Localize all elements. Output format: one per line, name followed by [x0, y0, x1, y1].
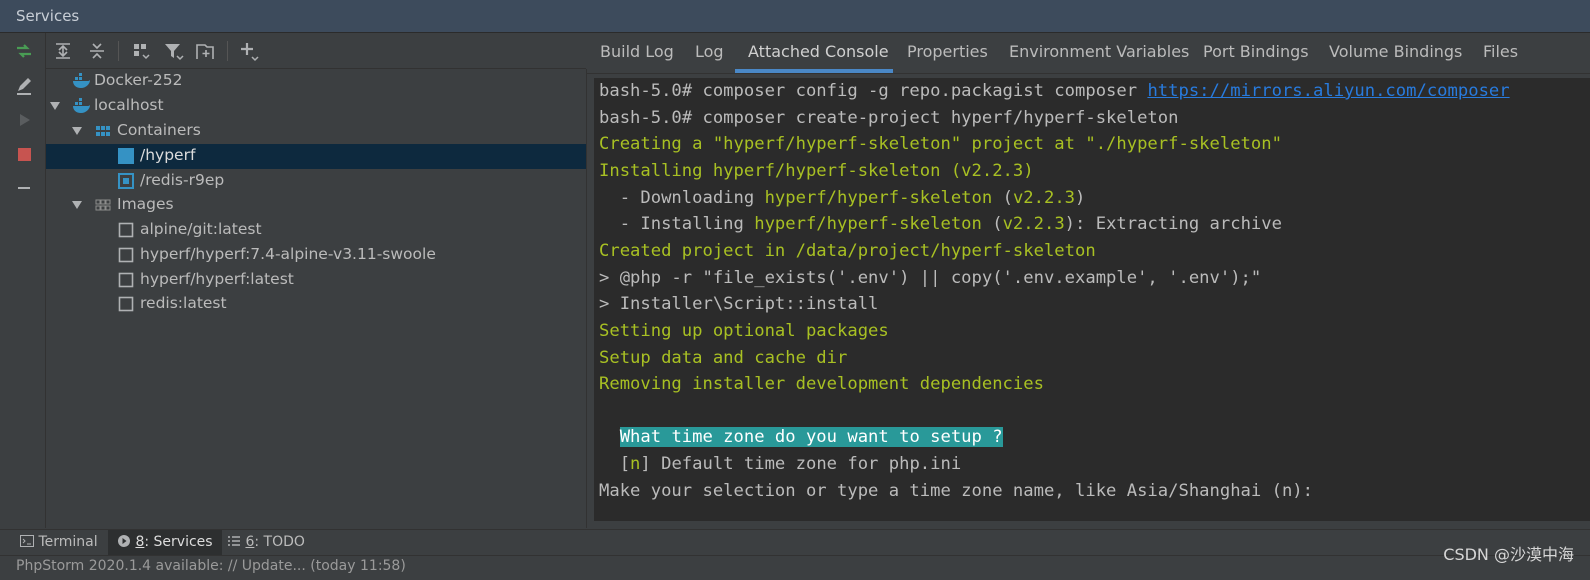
tab-volume-bindings[interactable]: Volume Bindings [1329, 42, 1462, 61]
expand-arrow-icon[interactable] [72, 201, 82, 209]
edit-icon[interactable] [14, 76, 34, 96]
expand-arrow-icon[interactable] [50, 102, 60, 110]
console-line: - Downloading hyperf/hyperf-skeleton (v2… [599, 188, 1086, 208]
collapse-all-icon[interactable] [86, 40, 108, 62]
container-stopped-icon [118, 173, 134, 189]
tree-node-localhost[interactable]: localhost [46, 94, 586, 119]
run-icon[interactable] [14, 110, 34, 130]
tree-node-image[interactable]: hyperf/hyperf:latest [46, 268, 586, 293]
containers-icon [95, 123, 111, 139]
image-icon [118, 222, 134, 238]
tree-node-image[interactable]: alpine/git:latest [46, 218, 586, 243]
expand-arrow-icon[interactable] [72, 127, 82, 135]
attached-console-output[interactable]: bash-5.0# composer config -g repo.packag… [594, 78, 1590, 521]
tool-window-bar: Terminal 8: Services 6: TODO [0, 529, 1590, 555]
console-line: - Installing hyperf/hyperf-skeleton (v2.… [599, 214, 1282, 234]
tab-properties[interactable]: Properties [907, 42, 988, 61]
todo-icon [228, 536, 240, 546]
stop-icon[interactable] [14, 144, 34, 164]
tool-window-title: Services [16, 7, 80, 25]
images-icon [95, 197, 111, 213]
watermark: CSDN @沙漠中海 [1443, 545, 1574, 564]
docker-icon [72, 98, 90, 114]
tab-attached-console[interactable]: Attached Console [748, 42, 889, 61]
tree-node-hyperf[interactable]: /hyperf [46, 144, 586, 169]
console-line: bash-5.0# composer create-project hyperf… [599, 108, 1179, 128]
tree-node-redis-r9ep[interactable]: /redis-r9ep [46, 169, 586, 194]
image-icon [118, 247, 134, 263]
console-line: Setting up optional packages [599, 321, 889, 341]
console-line: > @php -r "file_exists('.env') || copy('… [599, 268, 1262, 288]
container-running-icon [118, 148, 134, 164]
console-line: Make your selection or type a time zone … [599, 481, 1313, 501]
tree-node-containers[interactable]: Containers [46, 119, 586, 144]
tree-node-images[interactable]: Images [46, 193, 586, 218]
todo-tab[interactable]: 6: TODO [220, 530, 312, 555]
group-icon[interactable] [130, 40, 152, 62]
services-tree-toolbar [46, 33, 586, 69]
console-line: [n] Default time zone for php.ini [599, 454, 962, 474]
status-bar: PhpStorm 2020.1.4 available: // Update..… [0, 555, 1590, 580]
add-icon[interactable] [238, 40, 260, 62]
filter-icon[interactable] [162, 40, 184, 62]
console-link[interactable]: https://mirrors.aliyun.com/composer [1147, 81, 1509, 101]
services-tree: Docker-252 localhost Containers /hyperf … [46, 69, 587, 528]
console-line: Setup data and cache dir [599, 348, 848, 368]
collapse-icon[interactable] [14, 178, 34, 198]
image-icon [118, 296, 134, 312]
services-action-strip [0, 33, 46, 528]
image-icon [118, 272, 134, 288]
tree-node-image[interactable]: hyperf/hyperf:7.4-alpine-v3.11-swoole [46, 243, 586, 268]
docker-icon [72, 73, 90, 89]
tab-files[interactable]: Files [1483, 42, 1518, 61]
tab-port-bindings[interactable]: Port Bindings [1203, 42, 1309, 61]
new-group-icon[interactable] [194, 40, 216, 62]
tab-environment-variables[interactable]: Environment Variables [1009, 42, 1189, 61]
console-line: What time zone do you want to setup ? [599, 427, 1003, 453]
terminal-icon [20, 535, 34, 547]
terminal-tab[interactable]: Terminal [14, 530, 104, 555]
tree-node-image[interactable]: redis:latest [46, 292, 586, 317]
services-tab[interactable]: 8: Services [108, 530, 222, 555]
console-line: Installing hyperf/hyperf-skeleton (v2.2.… [599, 161, 1034, 181]
console-line: bash-5.0# composer config -g repo.packag… [599, 81, 1510, 101]
container-details-tabs: Build Log Log Attached Console Propertie… [587, 33, 1590, 74]
tab-build-log[interactable]: Build Log [600, 42, 674, 61]
tool-window-header: Services [0, 0, 1590, 33]
tree-node-docker-252[interactable]: Docker-252 [46, 69, 586, 94]
expand-all-icon[interactable] [52, 40, 74, 62]
rerun-icon[interactable] [14, 41, 34, 61]
console-line: > Installer\Script::install [599, 294, 879, 314]
services-icon [118, 535, 130, 547]
tab-log[interactable]: Log [695, 42, 724, 61]
console-question-highlight: What time zone do you want to setup ? [619, 427, 1003, 447]
active-tab-indicator [735, 69, 893, 73]
console-line: Creating a "hyperf/hyperf-skeleton" proj… [599, 134, 1282, 154]
console-line: Created project in /data/project/hyperf-… [599, 241, 1096, 261]
console-line: Removing installer development dependenc… [599, 374, 1044, 394]
update-notification[interactable]: PhpStorm 2020.1.4 available: // Update..… [16, 558, 406, 574]
